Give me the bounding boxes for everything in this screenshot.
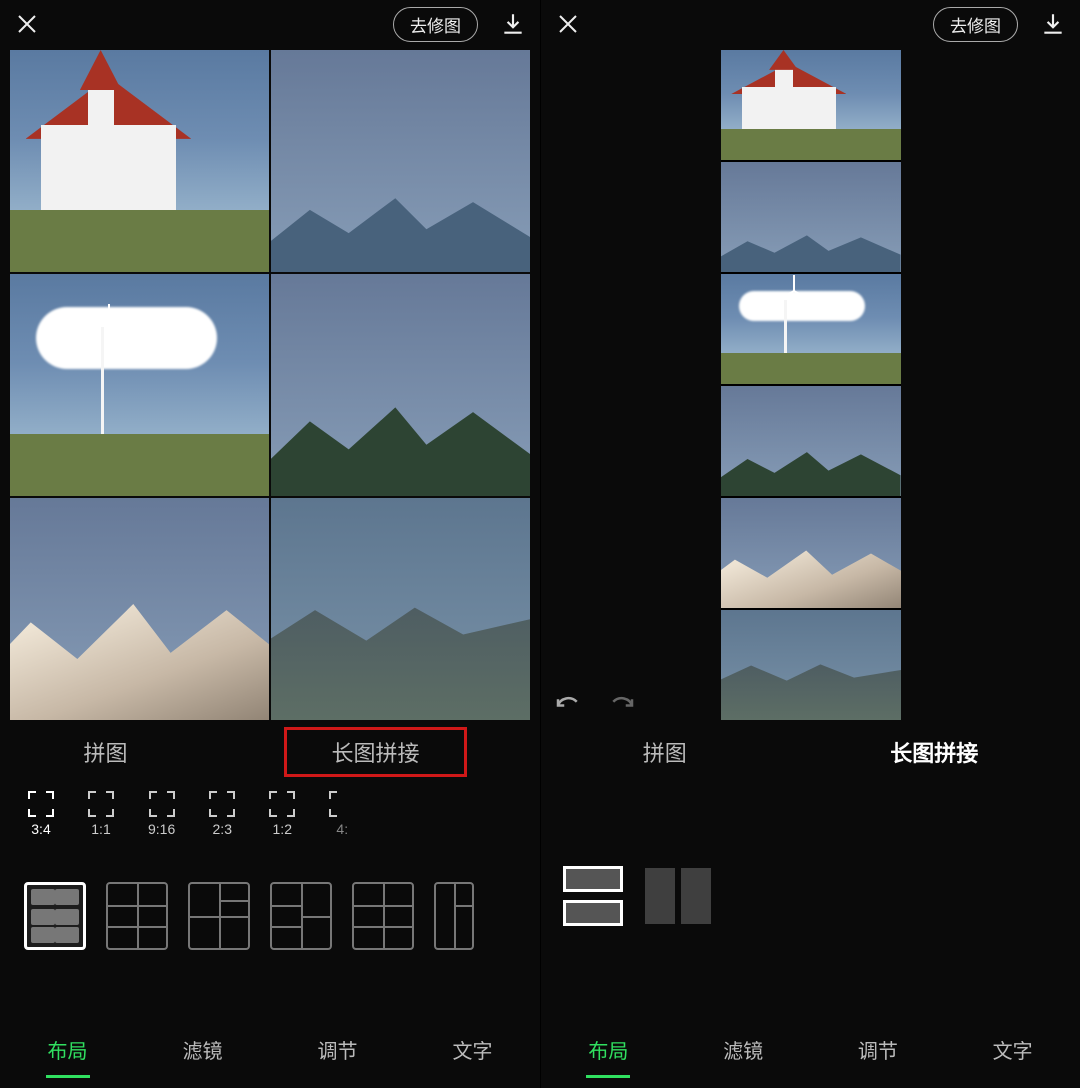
layout-template[interactable]	[270, 882, 332, 950]
layout-template[interactable]	[106, 882, 168, 950]
screen-long-splice: 去修图	[540, 0, 1080, 1088]
nav-filter[interactable]: 滤镜	[181, 1029, 225, 1070]
close-icon[interactable]	[551, 7, 585, 41]
history-controls	[551, 686, 639, 720]
mode-tabs: 拼图 长图拼接	[541, 720, 1080, 784]
layout-templates-row	[0, 864, 540, 968]
collage-tile[interactable]	[271, 50, 530, 272]
collage-tile[interactable]	[271, 274, 530, 496]
collage-tile[interactable]	[10, 498, 269, 720]
collage-tile[interactable]	[10, 50, 269, 272]
go-edit-button[interactable]: 去修图	[933, 7, 1018, 42]
layout-template[interactable]	[188, 882, 250, 950]
strip-tile[interactable]	[721, 498, 901, 608]
nav-adjust[interactable]: 调节	[856, 1029, 900, 1070]
ratio-label: 2:3	[213, 821, 232, 837]
layout-template-horizontal[interactable]	[645, 868, 711, 924]
strip-tile[interactable]	[721, 386, 901, 496]
long-splice-canvas[interactable]	[541, 48, 1080, 720]
ratio-label: 1:2	[273, 821, 292, 837]
top-bar: 去修图	[541, 0, 1080, 48]
ratio-option[interactable]: 2:3	[209, 791, 235, 837]
nav-filter[interactable]: 滤镜	[721, 1029, 765, 1070]
close-icon[interactable]	[10, 7, 44, 41]
collage-tile[interactable]	[10, 274, 269, 496]
ratio-option[interactable]: 3:4	[28, 791, 54, 837]
ratio-label: 4:	[336, 821, 348, 837]
tab-long-splice[interactable]: 长图拼接	[880, 732, 988, 772]
bottom-nav: 布局 滤镜 调节 文字	[0, 1010, 540, 1088]
collage-tile[interactable]	[271, 498, 530, 720]
nav-text[interactable]: 文字	[451, 1029, 495, 1070]
nav-layout[interactable]: 布局	[46, 1029, 90, 1070]
ratio-label: 3:4	[31, 821, 50, 837]
strip-tile[interactable]	[721, 274, 901, 384]
layout-template[interactable]	[434, 882, 474, 950]
tab-long-splice[interactable]: 长图拼接	[284, 727, 466, 777]
nav-layout[interactable]: 布局	[586, 1029, 630, 1070]
nav-adjust[interactable]: 调节	[316, 1029, 360, 1070]
collage-canvas[interactable]	[0, 48, 540, 720]
ratio-option[interactable]: 9:16	[148, 791, 175, 837]
layout-template[interactable]	[352, 882, 414, 950]
aspect-ratio-row: 3:4 1:1 9:16 2:3 1:2 4:	[0, 784, 540, 844]
layout-template[interactable]	[24, 882, 86, 950]
ratio-label: 9:16	[148, 821, 175, 837]
undo-icon[interactable]	[551, 686, 585, 720]
ratio-option[interactable]: 1:2	[269, 791, 295, 837]
redo-icon[interactable]	[605, 686, 639, 720]
download-icon[interactable]	[1036, 7, 1070, 41]
mode-tabs: 拼图 长图拼接	[0, 720, 540, 784]
bottom-nav: 布局 滤镜 调节 文字	[541, 1010, 1080, 1088]
strip-tile[interactable]	[721, 162, 901, 272]
tab-collage[interactable]: 拼图	[633, 732, 697, 772]
go-edit-button[interactable]: 去修图	[393, 7, 478, 42]
ratio-label: 1:1	[91, 821, 110, 837]
ratio-option[interactable]: 1:1	[88, 791, 114, 837]
tab-collage[interactable]: 拼图	[73, 732, 137, 772]
strip-tile[interactable]	[721, 610, 901, 720]
download-icon[interactable]	[496, 7, 530, 41]
top-bar: 去修图	[0, 0, 540, 48]
nav-text[interactable]: 文字	[991, 1029, 1035, 1070]
screen-collage: 去修图 拼图 长图拼接 3:4	[0, 0, 540, 1088]
strip-tile[interactable]	[721, 50, 901, 160]
ratio-option[interactable]: 4:	[329, 791, 355, 837]
layout-templates-row	[541, 814, 1080, 978]
layout-template-vertical[interactable]	[563, 866, 623, 926]
